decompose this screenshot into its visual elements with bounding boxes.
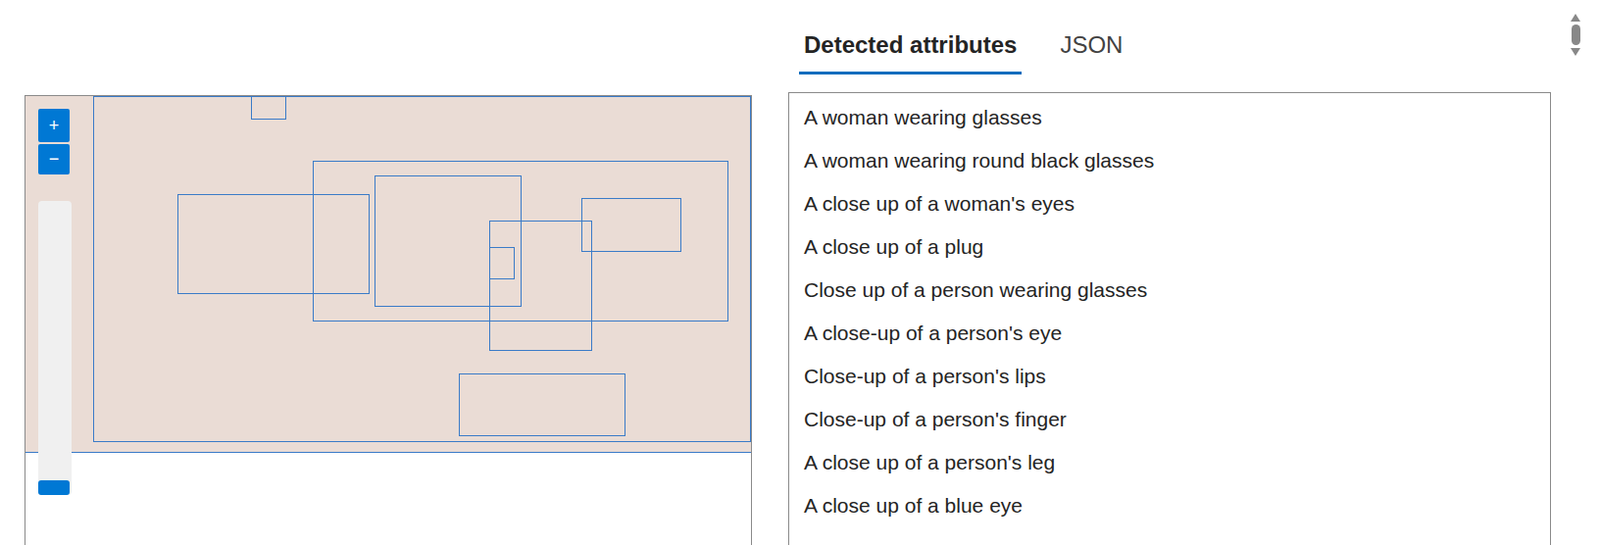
bounding-box	[489, 247, 515, 280]
photo	[25, 96, 751, 453]
zoom-thumb[interactable]	[38, 480, 70, 496]
bounding-box	[374, 175, 522, 307]
attribute-list: A woman wearing glassesA woman wearing r…	[788, 92, 1551, 545]
image-viewer[interactable]: + −	[24, 95, 752, 545]
scrollbar[interactable]	[1550, 0, 1600, 545]
attribute-item: A woman wearing round black glasses	[803, 139, 1550, 183]
scroll-down-icon[interactable]	[1570, 48, 1581, 56]
attribute-item: A woman wearing glasses	[803, 96, 1550, 140]
attribute-item: Close-up of a person's lips	[803, 354, 1550, 399]
scroll-up-icon[interactable]	[1570, 13, 1581, 22]
tab[interactable]: Detected attributes	[799, 23, 1022, 75]
bounding-box	[250, 96, 287, 120]
bounding-box	[93, 96, 751, 443]
bounding-box	[177, 194, 370, 295]
bounding-box	[458, 373, 626, 437]
zoom-slider[interactable]	[38, 200, 72, 496]
scroll-thumb[interactable]	[1571, 24, 1581, 46]
tab-bar: Detected attributes JSON	[788, 23, 1551, 75]
attribute-item: A close up of a person's leg	[803, 441, 1550, 485]
tab[interactable]: JSON	[1054, 23, 1128, 75]
attribute-item: Close up of a person wearing glasses	[803, 268, 1550, 312]
zoom-in-button[interactable]: +	[38, 108, 70, 143]
attribute-item: A close up of a woman's eyes	[803, 182, 1550, 226]
attribute-item: Close-up of a person's finger	[803, 398, 1550, 442]
attribute-item: A close-up of a person's eye	[803, 311, 1550, 355]
zoom-out-button[interactable]: −	[38, 144, 70, 175]
attribute-item: A close up of a plug	[803, 225, 1550, 269]
bounding-box	[581, 198, 682, 252]
bounding-box	[489, 220, 593, 351]
attribute-item: A close up of a blue eye	[803, 484, 1550, 528]
